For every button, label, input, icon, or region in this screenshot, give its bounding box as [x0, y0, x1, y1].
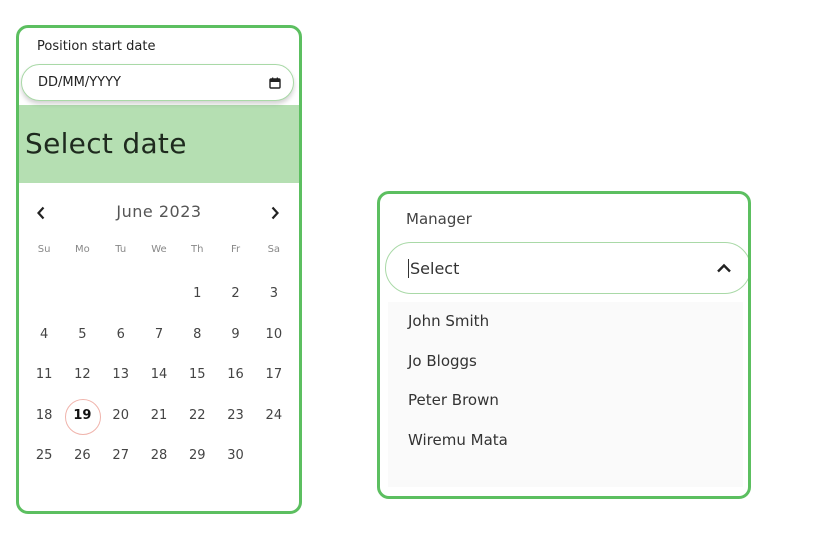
calendar-day[interactable]: 24: [255, 396, 293, 437]
calendar-grid: Su Mo Tu We Th Fr Sa 1 2 3 4 5 6 7 8 9 10 11 12 13 14 15 16 17…: [25, 238, 293, 477]
position-start-date-label: Position start date: [37, 39, 156, 54]
calendar-week-row: 18 19 20 21 22 23 24: [25, 396, 293, 437]
weekday-label: Mo: [75, 244, 90, 255]
calendar-day[interactable]: 23: [216, 396, 254, 437]
manager-label: Manager: [406, 210, 472, 228]
calendar-day[interactable]: 26: [63, 436, 101, 477]
calendar-day[interactable]: 25: [25, 436, 63, 477]
calendar-week-row: 25 26 27 28 29 30: [25, 436, 293, 477]
calendar-day[interactable]: 10: [255, 315, 293, 356]
calendar-day[interactable]: 29: [178, 436, 216, 477]
weekday-label: Th: [191, 244, 204, 255]
calendar-day-today[interactable]: 19: [63, 396, 102, 437]
calendar-empty-cell: [140, 274, 178, 315]
calendar-day[interactable]: 17: [255, 355, 293, 396]
date-input[interactable]: DD/MM/YYYY: [21, 64, 294, 101]
manager-select-value: Select: [408, 258, 716, 278]
weekday-label: Su: [37, 244, 51, 255]
calendar-empty-cell: [63, 274, 101, 315]
calendar-week-row: 4 5 6 7 8 9 10: [25, 315, 293, 356]
manager-option[interactable]: Peter Brown: [388, 381, 743, 421]
weekday-header-row: Su Mo Tu We Th Fr Sa: [25, 238, 293, 262]
select-date-title: Select date: [25, 127, 187, 160]
date-picker-card: Position start date DD/MM/YYYY Select da…: [16, 25, 302, 514]
calendar-day[interactable]: 9: [216, 315, 254, 356]
calendar-day[interactable]: 16: [216, 355, 254, 396]
calendar-day[interactable]: 11: [25, 355, 63, 396]
month-year-label: June 2023: [116, 202, 202, 221]
manager-options-list: John Smith Jo Bloggs Peter Brown Wiremu Mat…: [388, 302, 743, 487]
calendar-week-row: 11 12 13 14 15 16 17: [25, 355, 293, 396]
chevron-right-icon: [271, 206, 279, 220]
manager-option[interactable]: Jo Bloggs: [388, 342, 743, 382]
manager-select-card: Manager Select John Smith Jo Bloggs Peter …: [377, 191, 751, 499]
date-picker-header: Select date: [19, 105, 299, 183]
calendar-day[interactable]: 28: [140, 436, 178, 477]
calendar-day[interactable]: 21: [140, 396, 178, 437]
month-navigation: June 2023: [19, 198, 299, 228]
next-month-button[interactable]: [265, 201, 285, 225]
calendar-day[interactable]: 13: [102, 355, 140, 396]
manager-option[interactable]: John Smith: [388, 302, 743, 342]
chevron-up-icon[interactable]: [716, 262, 732, 274]
date-input-placeholder: DD/MM/YYYY: [38, 75, 121, 90]
manager-option[interactable]: Wiremu Mata: [388, 421, 743, 461]
calendar-empty-cell: [25, 274, 63, 315]
calendar-day[interactable]: 27: [102, 436, 140, 477]
calendar-day[interactable]: 4: [25, 315, 63, 356]
calendar-day[interactable]: 20: [102, 396, 140, 437]
calendar-day[interactable]: 22: [178, 396, 216, 437]
weekday-label: Fr: [230, 244, 241, 255]
calendar-icon[interactable]: [269, 77, 281, 89]
weekday-label: Sa: [267, 244, 281, 255]
calendar-day[interactable]: 2: [216, 274, 254, 315]
calendar-day[interactable]: 8: [178, 315, 216, 356]
calendar-day[interactable]: 14: [140, 355, 178, 396]
calendar-day[interactable]: 3: [255, 274, 293, 315]
calendar-day[interactable]: 18: [25, 396, 63, 437]
calendar-empty-cell: [102, 274, 140, 315]
calendar-day[interactable]: 7: [140, 315, 178, 356]
calendar-day[interactable]: 30: [216, 436, 254, 477]
calendar-empty-cell: [255, 436, 293, 477]
calendar-day[interactable]: 5: [63, 315, 101, 356]
calendar-day[interactable]: 15: [178, 355, 216, 396]
weekday-label: Tu: [115, 244, 127, 255]
calendar-day[interactable]: 1: [178, 274, 216, 315]
weekday-label: We: [151, 244, 167, 255]
calendar-days: 1 2 3 4 5 6 7 8 9 10 11 12 13 14 15 16 17 18 19 20 21 22 23 24 2…: [25, 274, 293, 477]
manager-select[interactable]: Select: [385, 242, 748, 294]
calendar-day[interactable]: 6: [102, 315, 140, 356]
calendar-week-row: 123: [25, 274, 293, 315]
calendar-day[interactable]: 12: [63, 355, 101, 396]
